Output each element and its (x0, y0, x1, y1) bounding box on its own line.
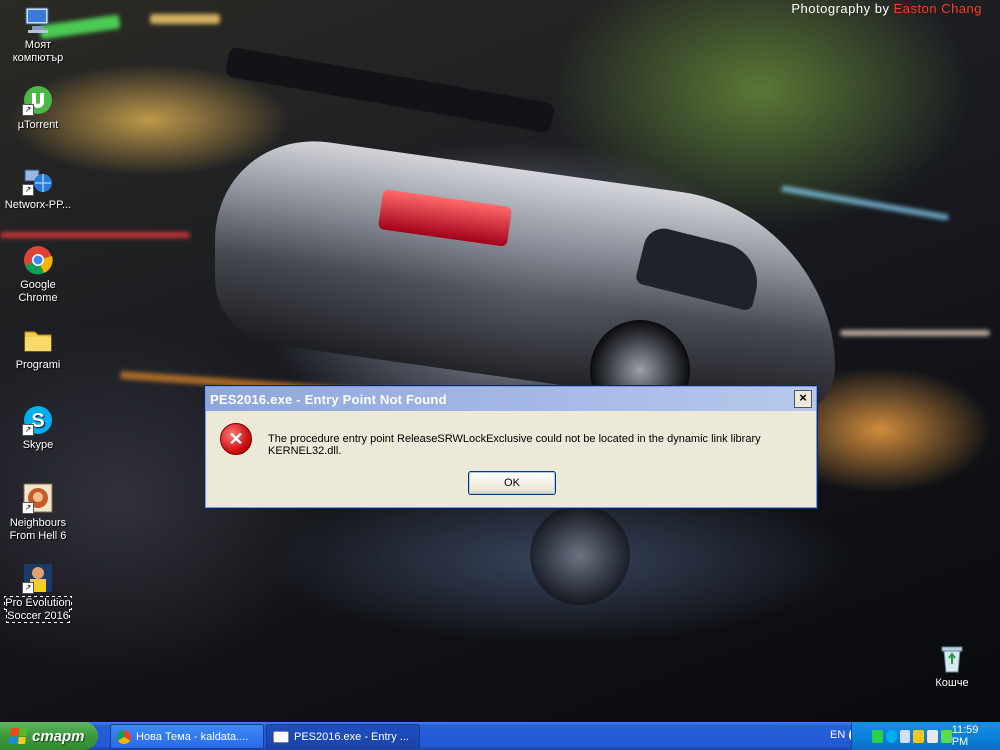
recycle-bin-icon (936, 642, 968, 674)
game-icon: ↗ (22, 482, 54, 514)
my-computer-icon (22, 4, 54, 36)
desktop-icon-label: Google Chrome (18, 279, 58, 304)
wallpaper-streak (150, 14, 220, 24)
wallpaper-streak (840, 330, 990, 336)
taskbar-item-pes-dialog[interactable]: PES2016.exe - Entry ... (266, 724, 420, 749)
ok-button[interactable]: OK (468, 471, 556, 495)
taskbar-item-label: Нова Тема - kaldata.... (136, 730, 249, 743)
pes-icon: ↗ (22, 562, 54, 594)
volume-tray-icon[interactable] (927, 729, 938, 743)
desktop: Photography by Easton Chang Моят компютъ… (0, 0, 1000, 722)
desktop-icon-label: Skype (22, 439, 54, 451)
taskbar-item-chrome[interactable]: Нова Тема - kaldata.... (110, 724, 264, 749)
skype-icon: S ↗ (22, 404, 54, 436)
language-indicator[interactable]: EN (830, 729, 845, 741)
wallpaper-streak (780, 185, 950, 221)
desktop-icon-neighbours[interactable]: ↗ Neighbours From Hell 6 (0, 482, 76, 543)
shortcut-arrow-icon: ↗ (22, 424, 34, 436)
warning-tray-icon[interactable] (913, 729, 925, 743)
dialog-title: PES2016.exe - Entry Point Not Found (210, 391, 447, 407)
shortcut-arrow-icon: ↗ (22, 502, 34, 514)
window-icon (273, 730, 289, 743)
error-dialog: PES2016.exe - Entry Point Not Found × ✕ … (205, 386, 817, 508)
chrome-icon (22, 244, 54, 276)
desktop-icon-my-computer[interactable]: Моят компютър (0, 4, 76, 65)
network-tray-icon[interactable] (872, 729, 883, 743)
taskbar-item-label: PES2016.exe - Entry ... (294, 730, 409, 743)
error-icon: ✕ (220, 423, 252, 455)
photo-credit: Photography by Easton Chang (791, 1, 982, 16)
wallpaper-car-wheel-reflection (530, 505, 630, 605)
battery-tray-icon[interactable] (940, 729, 952, 743)
error-message: The procedure entry point ReleaseSRWLock… (268, 433, 761, 457)
shortcut-arrow-icon: ↗ (22, 104, 34, 116)
skype-tray-icon[interactable] (885, 729, 897, 743)
windows-flag-icon (8, 728, 28, 744)
shortcut-arrow-icon: ↗ (22, 184, 34, 196)
system-tray: 11:59 PM (851, 722, 1000, 750)
desktop-icon-label: Кошче (935, 677, 969, 689)
close-button[interactable]: × (794, 390, 812, 408)
start-button[interactable]: старт (0, 722, 98, 750)
desktop-icon-programi[interactable]: Programi (0, 324, 76, 372)
desktop-icon-label: Pro Evolution Soccer 2016 (4, 596, 72, 623)
clock[interactable]: 11:59 PM (952, 724, 990, 748)
desktop-icon-google-chrome[interactable]: Google Chrome (0, 244, 76, 305)
photo-credit-name: Easton Chang (893, 1, 982, 16)
monitor-tray-icon[interactable] (899, 729, 911, 743)
wallpaper-car-wing (224, 46, 556, 134)
chrome-icon (117, 729, 131, 744)
networx-icon: ↗ (22, 164, 54, 196)
desktop-icon-networx[interactable]: ↗ Networx-PP... (0, 164, 76, 212)
folder-icon (22, 324, 54, 356)
desktop-icon-label: Networx-PP... (4, 199, 72, 211)
photo-credit-prefix: Photography by (791, 1, 890, 16)
desktop-icon-utorrent[interactable]: ↗ µTorrent (0, 84, 76, 132)
desktop-icon-skype[interactable]: S ↗ Skype (0, 404, 76, 452)
dialog-titlebar[interactable]: PES2016.exe - Entry Point Not Found × (206, 387, 816, 411)
desktop-icon-label: Моят компютър (12, 39, 64, 64)
desktop-icon-label: Neighbours From Hell 6 (9, 517, 67, 542)
desktop-icon-recycle-bin[interactable]: Кошче (914, 642, 990, 690)
utorrent-icon: ↗ (22, 84, 54, 116)
desktop-icon-pes2016[interactable]: ↗ Pro Evolution Soccer 2016 (0, 562, 76, 623)
dialog-body: ✕ The procedure entry point ReleaseSRWLo… (206, 411, 816, 507)
desktop-icon-label: Programi (15, 359, 61, 371)
desktop-icon-label: µTorrent (17, 119, 59, 131)
taskbar: старт Нова Тема - kaldata.... PES2016.ex… (0, 722, 1000, 750)
shortcut-arrow-icon: ↗ (22, 582, 34, 594)
start-label: старт (32, 727, 85, 745)
wallpaper-streak (0, 232, 190, 238)
